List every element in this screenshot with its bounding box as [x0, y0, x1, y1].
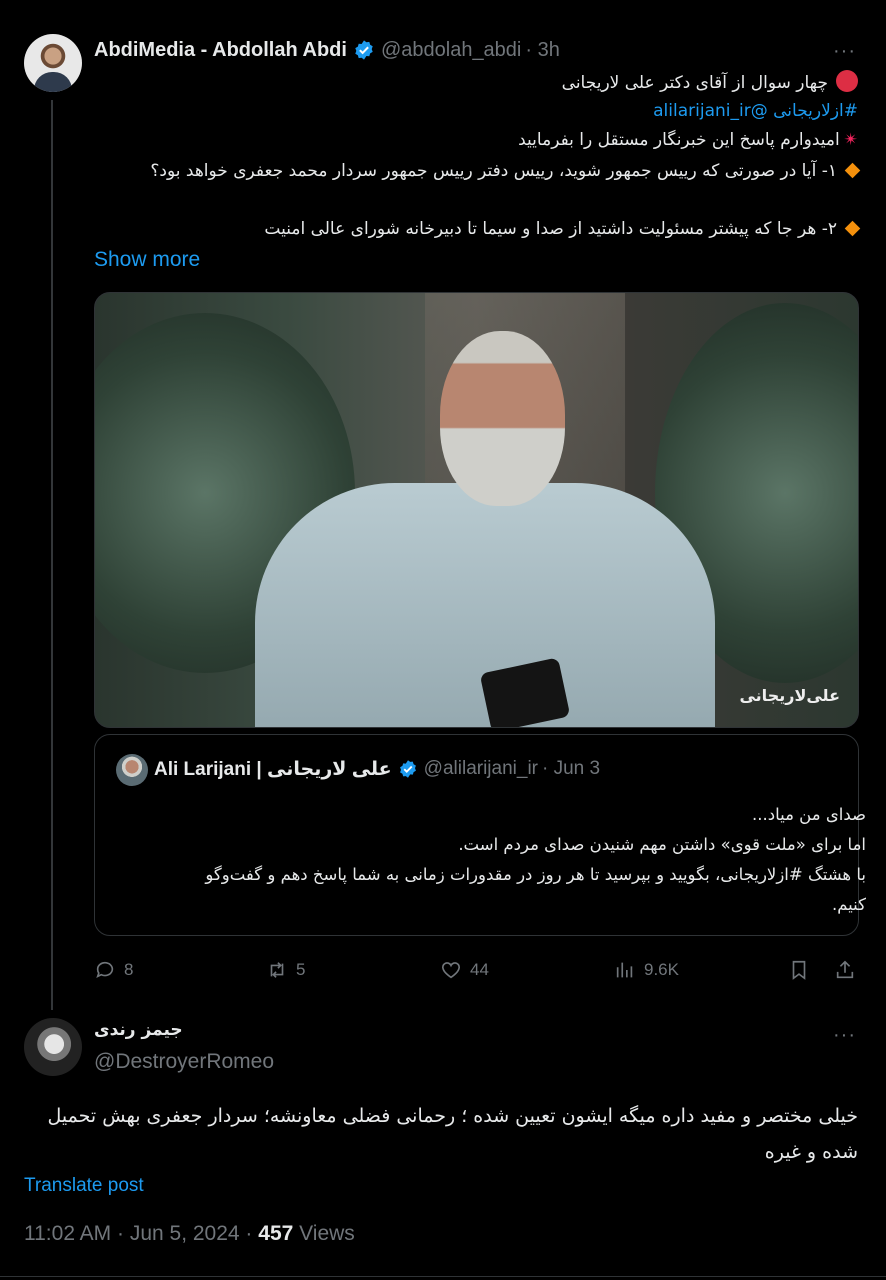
quoted-text: صدای من میاد... اما برای «ملت قوی» داشتن…	[205, 805, 866, 914]
reply-author-avatar[interactable]	[24, 1018, 82, 1076]
repost-button[interactable]: 5	[266, 956, 305, 984]
bookmark-button[interactable]	[788, 956, 818, 984]
more-options-icon[interactable]: ···	[833, 1024, 856, 1047]
author-avatar[interactable]	[24, 34, 82, 92]
share-button[interactable]	[834, 956, 864, 984]
tweet-line-3: ✴امیدوارم پاسخ این خبرنگار مستقل را بفرم…	[518, 130, 858, 150]
diamond-icon	[844, 162, 861, 179]
translate-post-link[interactable]: Translate post	[24, 1175, 144, 1197]
quoted-author-handle[interactable]: @alilarijani_ir	[424, 758, 538, 780]
reply-button[interactable]: 8	[94, 956, 133, 984]
author-name[interactable]: AbdiMedia - Abdollah Abdi	[94, 39, 347, 62]
tweet-line-2: #ازلاریجانی @alilarijani_ir	[653, 101, 858, 121]
video-watermark: علی‌لاریجانی	[739, 686, 840, 705]
tweet-video[interactable]: علی‌لاریجانی	[94, 292, 859, 728]
like-button[interactable]: 44	[440, 956, 489, 984]
quoted-date: · Jun 3	[542, 758, 601, 779]
reply-text: خیلی مختصر و مفید داره میگه ایشون تعیین …	[47, 1105, 858, 1163]
tweet-line-5: ۲- هر جا که پیشتر مسئولیت داشتید از صدا …	[264, 219, 861, 239]
like-icon	[441, 962, 461, 979]
anger-icon: ✴	[843, 130, 858, 150]
quoted-author-name[interactable]: Ali Larijani | علی لاریجانی	[154, 758, 392, 781]
red-circle-icon	[836, 70, 858, 92]
more-options-icon[interactable]: ···	[833, 40, 856, 63]
verified-badge-icon	[399, 760, 416, 778]
reply-icon	[96, 961, 114, 978]
divider	[0, 1276, 886, 1277]
tweet-time[interactable]: · 3h	[525, 39, 559, 62]
reply-author-name[interactable]: جیمز رندی	[94, 1020, 183, 1040]
diamond-icon	[844, 220, 861, 237]
post-timestamp[interactable]: 11:02 AM · Jun 5, 2024 ·	[24, 1222, 252, 1245]
author-handle[interactable]: @abdolah_abdi	[381, 39, 521, 62]
tweet-line-1: چهار سوال از آقای دکتر علی لاریجانی	[562, 70, 858, 93]
share-icon	[836, 960, 854, 979]
verified-badge-icon	[355, 40, 373, 60]
quoted-header: Ali Larijani | علی لاریجانی @alilarijani…	[154, 757, 600, 781]
tweet-header: AbdiMedia - Abdollah Abdi @abdolah_abdi …	[94, 38, 560, 62]
views-label: Views	[299, 1222, 355, 1245]
views-button[interactable]: 9.6K	[614, 956, 679, 984]
repost-icon	[270, 962, 284, 978]
views-icon	[616, 962, 633, 978]
tweet-actions: 8 5 44 9.6K	[94, 956, 859, 984]
quoted-author-avatar[interactable]	[116, 754, 148, 786]
mention-link[interactable]: @alilarijani_ir	[653, 101, 768, 121]
views-count: 457	[258, 1222, 294, 1245]
post-meta: 11:02 AM · Jun 5, 2024 · 457 Views	[24, 1222, 355, 1246]
hashtag-link[interactable]: #ازلاریجانی	[773, 101, 858, 121]
reply-author-handle[interactable]: @DestroyerRomeo	[94, 1050, 274, 1074]
show-more-link[interactable]: Show more	[94, 248, 200, 272]
thread-line	[51, 100, 53, 1010]
bookmark-icon	[792, 960, 806, 980]
tweet-line-4: ۱- آیا در صورتی که رییس جمهور شوید، رییس…	[150, 161, 861, 181]
